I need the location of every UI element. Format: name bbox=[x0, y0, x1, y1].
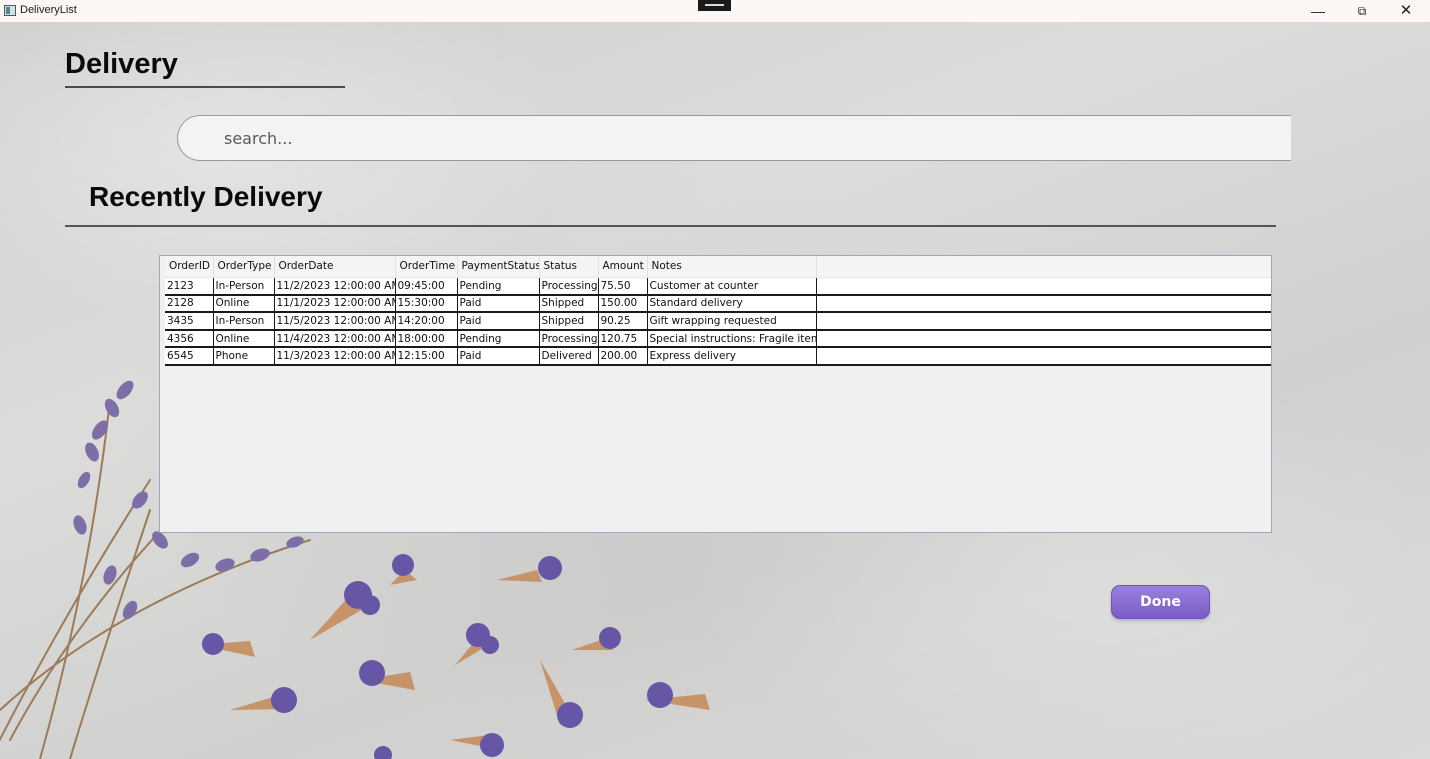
column-header[interactable]: Status bbox=[539, 256, 599, 278]
table-cell[interactable]: In-Person bbox=[213, 312, 275, 331]
table-cell[interactable]: 11/5/2023 12:00:00 AM bbox=[274, 312, 396, 331]
table-cell-filler bbox=[816, 312, 1271, 331]
table-cell[interactable]: 18:00:00 bbox=[395, 329, 458, 349]
search-input[interactable] bbox=[177, 115, 1291, 161]
table-cell[interactable]: Gift wrapping requested bbox=[647, 312, 817, 331]
table-cell[interactable]: 2123 bbox=[165, 277, 214, 296]
column-header[interactable]: OrderType bbox=[213, 256, 275, 278]
snap-layout-handle[interactable] bbox=[698, 0, 731, 11]
table-cell[interactable]: Standard delivery bbox=[647, 294, 817, 314]
table-cell[interactable]: 200.00 bbox=[598, 347, 648, 366]
table-cell[interactable]: Shipped bbox=[539, 294, 599, 314]
column-header[interactable]: OrderDate bbox=[274, 256, 396, 278]
table-cell[interactable]: Phone bbox=[213, 347, 275, 366]
table-cell[interactable]: 2128 bbox=[165, 294, 214, 314]
table-cell[interactable]: Paid bbox=[457, 294, 540, 314]
table-cell[interactable]: Express delivery bbox=[647, 347, 817, 366]
restore-icon[interactable]: ⧉ bbox=[1340, 0, 1384, 22]
table-cell[interactable]: Paid bbox=[457, 347, 540, 366]
delivery-data-grid[interactable]: OrderID OrderType OrderDate OrderTime Pa… bbox=[159, 255, 1272, 533]
column-header[interactable]: OrderID bbox=[165, 256, 214, 278]
table-cell[interactable]: Customer at counter bbox=[647, 277, 817, 296]
table-cell[interactable]: 11/4/2023 12:00:00 AM bbox=[274, 329, 396, 349]
table-row[interactable]: 2123 In-Person 11/2/2023 12:00:00 AM 09:… bbox=[165, 277, 1271, 296]
section-divider bbox=[65, 225, 1276, 227]
table-row[interactable]: 6545 Phone 11/3/2023 12:00:00 AM 12:15:0… bbox=[165, 347, 1271, 366]
column-header[interactable]: OrderTime bbox=[395, 256, 458, 278]
table-cell[interactable]: Processing bbox=[539, 277, 599, 296]
column-header[interactable]: PaymentStatus bbox=[457, 256, 540, 278]
table-cell[interactable]: Online bbox=[213, 294, 275, 314]
table-cell[interactable]: Special instructions: Fragile items bbox=[647, 329, 817, 349]
table-cell[interactable]: 12:15:00 bbox=[395, 347, 458, 366]
table-cell[interactable]: Pending bbox=[457, 329, 540, 349]
column-header[interactable]: Amount bbox=[598, 256, 648, 278]
table-cell-filler bbox=[816, 329, 1271, 349]
table-cell[interactable]: 09:45:00 bbox=[395, 277, 458, 296]
table-cell[interactable]: 75.50 bbox=[598, 277, 648, 296]
table-cell-filler bbox=[816, 277, 1271, 296]
table-cell[interactable]: 11/2/2023 12:00:00 AM bbox=[274, 277, 396, 296]
delivery-table: OrderID OrderType OrderDate OrderTime Pa… bbox=[165, 256, 1271, 366]
table-row[interactable]: 2128 Online 11/1/2023 12:00:00 AM 15:30:… bbox=[165, 294, 1271, 314]
table-cell[interactable]: 11/3/2023 12:00:00 AM bbox=[274, 347, 396, 366]
table-cell[interactable]: In-Person bbox=[213, 277, 275, 296]
table-cell[interactable]: 15:30:00 bbox=[395, 294, 458, 314]
table-cell[interactable]: 120.75 bbox=[598, 329, 648, 349]
title-underline bbox=[65, 86, 345, 88]
table-header-row: OrderID OrderType OrderDate OrderTime Pa… bbox=[165, 256, 1271, 278]
table-cell[interactable]: Shipped bbox=[539, 312, 599, 331]
table-cell[interactable]: 90.25 bbox=[598, 312, 648, 331]
close-icon[interactable]: ✕ bbox=[1384, 0, 1428, 22]
done-button[interactable]: Done bbox=[1111, 585, 1210, 619]
table-cell-filler bbox=[816, 294, 1271, 314]
table-cell[interactable]: Delivered bbox=[539, 347, 599, 366]
minimize-icon[interactable]: — bbox=[1296, 0, 1340, 22]
app-icon bbox=[4, 5, 16, 16]
section-title: Recently Delivery bbox=[89, 181, 323, 212]
table-cell[interactable]: 3435 bbox=[165, 312, 214, 331]
table-cell-filler bbox=[816, 347, 1271, 366]
column-header[interactable]: Notes bbox=[647, 256, 817, 278]
table-cell[interactable]: Pending bbox=[457, 277, 540, 296]
table-cell[interactable]: 14:20:00 bbox=[395, 312, 458, 331]
table-cell[interactable]: 4356 bbox=[165, 329, 214, 349]
table-cell[interactable]: Online bbox=[213, 329, 275, 349]
table-cell[interactable]: 150.00 bbox=[598, 294, 648, 314]
window-title-bar: DeliveryList — ⧉ ✕ bbox=[0, 0, 1430, 22]
page-title: Delivery bbox=[65, 48, 178, 80]
table-cell[interactable]: 11/1/2023 12:00:00 AM bbox=[274, 294, 396, 314]
table-cell[interactable]: 6545 bbox=[165, 347, 214, 366]
table-cell[interactable]: Processing bbox=[539, 329, 599, 349]
column-header-filler bbox=[816, 256, 1271, 278]
table-row[interactable]: 3435 In-Person 11/5/2023 12:00:00 AM 14:… bbox=[165, 312, 1271, 331]
table-row[interactable]: 4356 Online 11/4/2023 12:00:00 AM 18:00:… bbox=[165, 329, 1271, 349]
window-title: DeliveryList bbox=[20, 4, 77, 16]
table-cell[interactable]: Paid bbox=[457, 312, 540, 331]
